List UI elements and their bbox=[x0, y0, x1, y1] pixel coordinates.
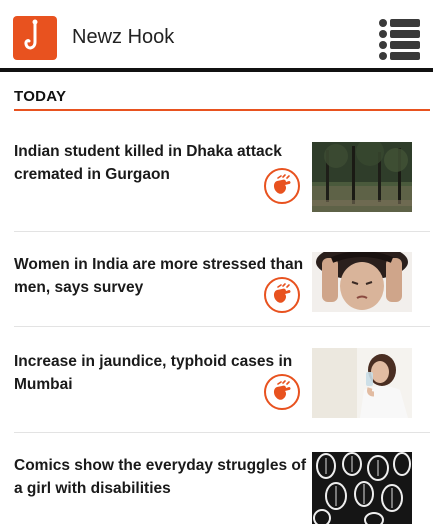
black-white-comic-pattern[interactable] bbox=[312, 452, 412, 524]
sign-language-hand-icon bbox=[264, 277, 300, 313]
sign-language-hand-icon bbox=[264, 374, 300, 410]
list-menu-icon[interactable] bbox=[378, 17, 420, 61]
hook-logo-icon[interactable] bbox=[13, 16, 57, 60]
article-item[interactable]: Women in India are more stressed than me… bbox=[14, 252, 430, 327]
app-header: Newz Hook bbox=[0, 0, 433, 72]
app-title: Newz Hook bbox=[72, 26, 175, 48]
article-item[interactable]: Comics show the everyday struggles of a … bbox=[14, 452, 430, 526]
article-headline[interactable]: Comics show the everyday struggles of a … bbox=[14, 454, 312, 500]
woman-drinking-water-photo[interactable] bbox=[312, 348, 412, 418]
article-item[interactable]: Increase in jaundice, typhoid cases in M… bbox=[14, 348, 430, 433]
section-title: TODAY bbox=[14, 88, 67, 105]
trees-in-park-photo[interactable] bbox=[312, 142, 412, 212]
article-item[interactable]: Indian student killed in Dhaka attack cr… bbox=[14, 138, 430, 232]
stressed-woman-photo[interactable] bbox=[312, 252, 412, 312]
sign-language-hand-icon bbox=[264, 168, 300, 204]
section-header: TODAY bbox=[14, 88, 430, 111]
